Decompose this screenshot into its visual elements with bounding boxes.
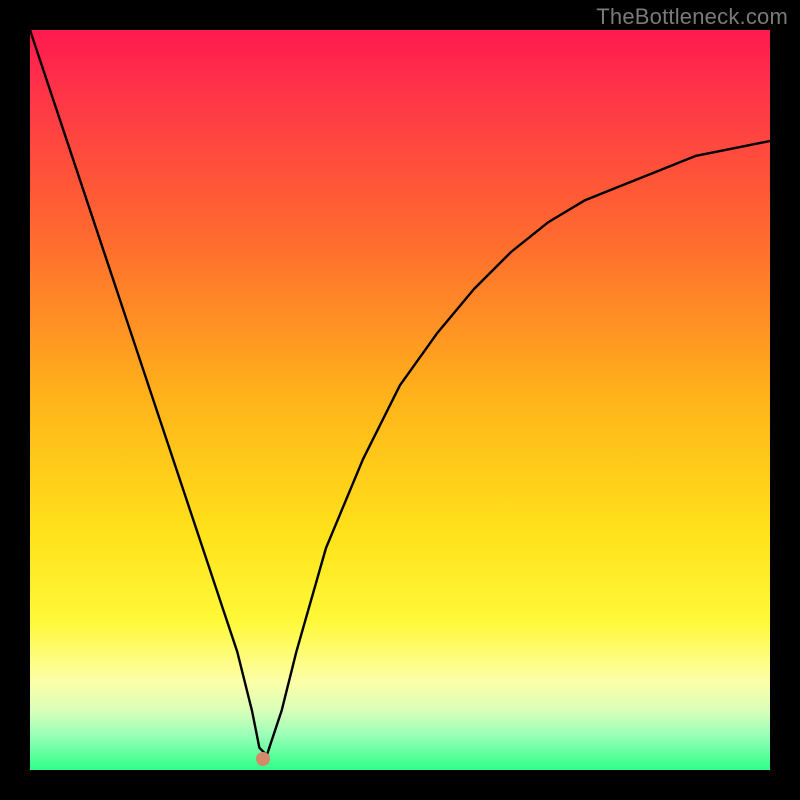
bottleneck-curve <box>30 30 770 770</box>
chart-frame: TheBottleneck.com <box>0 0 800 800</box>
watermark-text: TheBottleneck.com <box>596 4 788 30</box>
plot-area <box>30 30 770 770</box>
optimum-marker <box>256 752 270 766</box>
